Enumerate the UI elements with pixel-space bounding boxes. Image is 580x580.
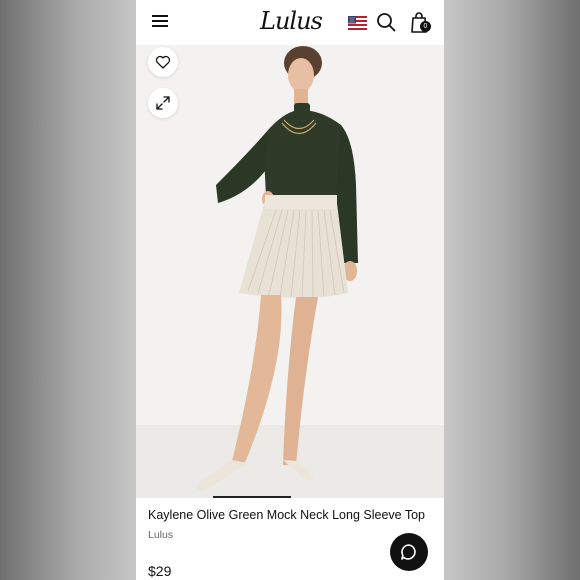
- product-brand[interactable]: Lulus: [148, 529, 173, 541]
- chat-support-button[interactable]: [390, 533, 428, 571]
- heart-icon: [155, 55, 171, 69]
- product-image[interactable]: [136, 45, 444, 498]
- product-price: $29: [148, 563, 172, 579]
- mobile-screen: Lulus 0 Kaylene Olive Green Mock Neck Lo…: [136, 0, 444, 580]
- blurred-background-left: [0, 0, 136, 580]
- chat-icon: [401, 544, 416, 560]
- image-carousel-indicator[interactable]: [213, 496, 291, 498]
- menu-icon[interactable]: [152, 15, 168, 27]
- search-icon[interactable]: [376, 12, 396, 32]
- expand-icon: [156, 96, 170, 110]
- expand-image-button[interactable]: [148, 88, 178, 118]
- cart-count-badge: 0: [420, 21, 431, 32]
- wishlist-button[interactable]: [148, 47, 178, 77]
- product-title: Kaylene Olive Green Mock Neck Long Sleev…: [148, 508, 426, 522]
- us-flag-icon[interactable]: [348, 16, 367, 30]
- header-bar: Lulus 0: [136, 0, 444, 46]
- model-illustration: [196, 46, 358, 491]
- brand-logo[interactable]: Lulus: [260, 6, 323, 36]
- blurred-background-right: [444, 0, 580, 580]
